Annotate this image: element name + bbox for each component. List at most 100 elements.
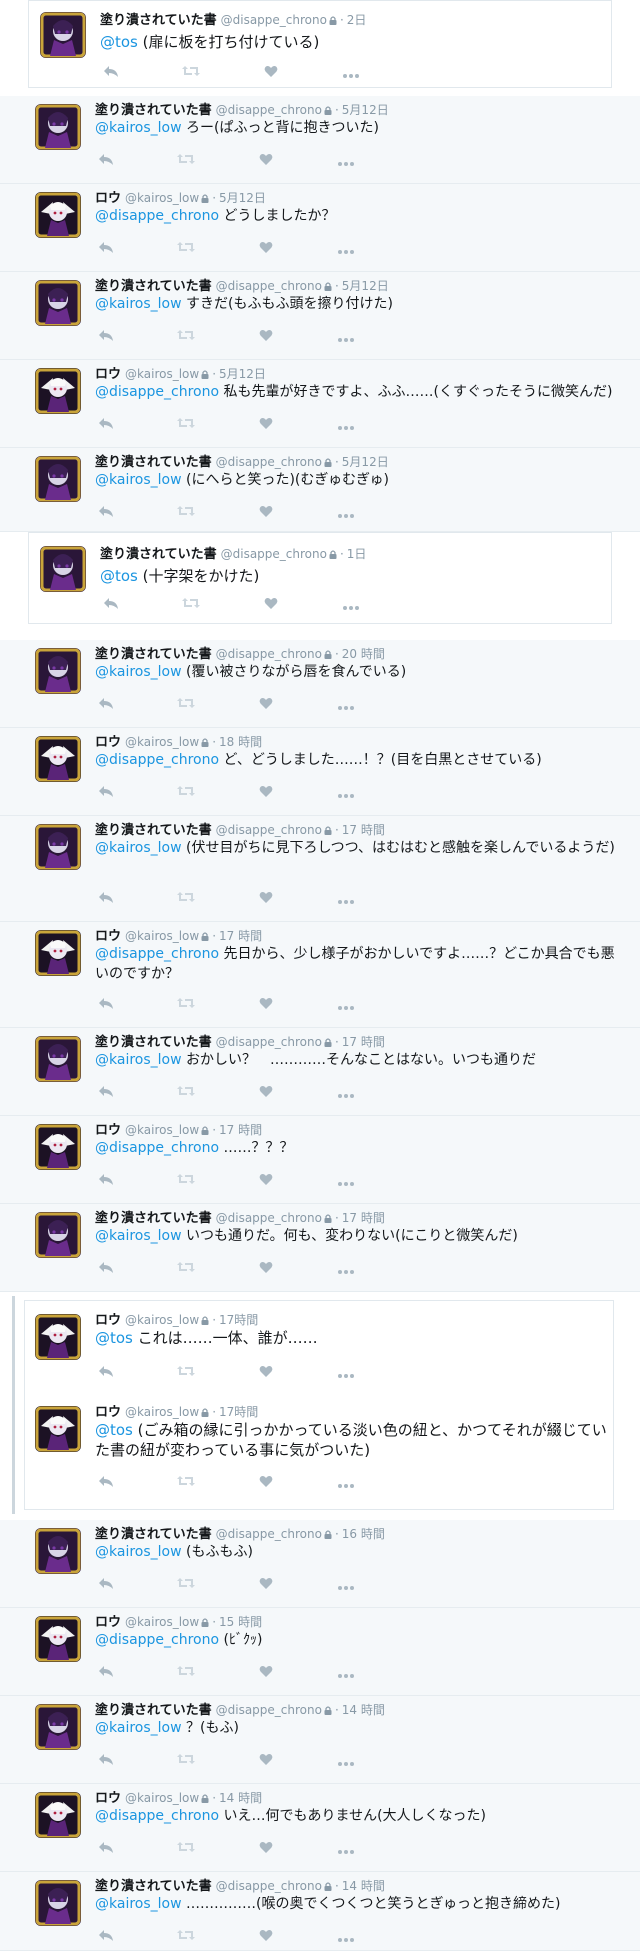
display-name[interactable]: 塗り潰されていた書: [100, 547, 217, 562]
like-button[interactable]: [257, 240, 275, 256]
mention-link[interactable]: @kairos_low: [95, 1544, 182, 1560]
reply-button[interactable]: [97, 328, 115, 344]
avatar[interactable]: [35, 736, 81, 782]
display-name[interactable]: ロウ: [95, 1615, 121, 1630]
like-button[interactable]: [257, 696, 275, 712]
reply-button[interactable]: [97, 1928, 115, 1944]
more-button[interactable]: [337, 784, 355, 800]
display-name[interactable]: 塗り潰されていた書: [95, 103, 212, 118]
more-button[interactable]: [337, 240, 355, 256]
more-button[interactable]: [342, 64, 360, 80]
timestamp[interactable]: 5月12日: [342, 103, 389, 117]
user-handle[interactable]: @kairos_low: [125, 367, 199, 381]
display-name[interactable]: 塗り潰されていた書: [95, 1703, 212, 1718]
display-name[interactable]: ロウ: [95, 929, 121, 944]
more-button[interactable]: [337, 416, 355, 432]
mention-link[interactable]: @kairos_low: [95, 120, 182, 136]
tweet[interactable]: ロウ @kairos_low · 17 時間 @disappe_chrono ……？？？: [0, 1116, 640, 1204]
like-button[interactable]: [257, 1752, 275, 1768]
like-button[interactable]: [262, 596, 280, 612]
avatar[interactable]: [35, 1616, 81, 1662]
avatar[interactable]: [35, 192, 81, 238]
tweet[interactable]: 塗り潰されていた書 @disappe_chrono · 1日 @tos (十字架をかけた…: [0, 542, 640, 618]
mention-link[interactable]: @disappe_chrono: [95, 208, 219, 224]
retweet-button[interactable]: [177, 1084, 195, 1100]
mention-link[interactable]: @kairos_low: [95, 472, 182, 488]
avatar[interactable]: [35, 930, 81, 976]
avatar[interactable]: [40, 546, 86, 592]
retweet-button[interactable]: [177, 996, 195, 1012]
user-handle[interactable]: @disappe_chrono: [216, 1527, 322, 1541]
mention-link[interactable]: @disappe_chrono: [95, 1632, 219, 1648]
mention-link[interactable]: @disappe_chrono: [95, 384, 219, 400]
retweet-button[interactable]: [177, 1576, 195, 1592]
retweet-button[interactable]: [177, 1260, 195, 1276]
user-handle[interactable]: @disappe_chrono: [216, 647, 322, 661]
display-name[interactable]: ロウ: [95, 191, 121, 206]
like-button[interactable]: [257, 1364, 275, 1380]
reply-button[interactable]: [97, 696, 115, 712]
retweet-button[interactable]: [177, 504, 195, 520]
tweet[interactable]: 塗り潰されていた書 @disappe_chrono · 17 時間 @kairos_lo…: [0, 1028, 640, 1116]
mention-link[interactable]: @disappe_chrono: [95, 1808, 219, 1824]
tweet[interactable]: 塗り潰されていた書 @disappe_chrono · 5月12日 @kairos_lo…: [0, 272, 640, 360]
user-handle[interactable]: @kairos_low: [125, 1791, 199, 1805]
tweet[interactable]: ロウ @kairos_low · 17時間 @tos これは……一体、誰が……: [0, 1306, 640, 1396]
tweet[interactable]: 塗り潰されていた書 @disappe_chrono · 16 時間 @kairos_lo…: [0, 1520, 640, 1608]
timestamp[interactable]: 14 時間: [342, 1879, 385, 1893]
tweet[interactable]: ロウ @kairos_low · 17 時間 @disappe_chrono 先日から、…: [0, 922, 640, 1028]
like-button[interactable]: [262, 64, 280, 80]
reply-button[interactable]: [97, 996, 115, 1012]
like-button[interactable]: [257, 784, 275, 800]
user-handle[interactable]: @disappe_chrono: [221, 547, 327, 561]
reply-button[interactable]: [97, 1172, 115, 1188]
user-handle[interactable]: @kairos_low: [125, 1615, 199, 1629]
retweet-button[interactable]: [177, 152, 195, 168]
display-name[interactable]: 塗り潰されていた書: [100, 13, 217, 28]
more-button[interactable]: [342, 596, 360, 612]
user-handle[interactable]: @disappe_chrono: [216, 1211, 322, 1225]
timestamp[interactable]: 5月12日: [342, 455, 389, 469]
display-name[interactable]: 塗り潰されていた書: [95, 279, 212, 294]
user-handle[interactable]: @disappe_chrono: [216, 823, 322, 837]
mention-link[interactable]: @tos: [100, 567, 138, 585]
user-handle[interactable]: @kairos_low: [125, 929, 199, 943]
display-name[interactable]: 塗り潰されていた書: [95, 1879, 212, 1894]
more-button[interactable]: [337, 1664, 355, 1680]
timestamp[interactable]: 17 時間: [219, 929, 262, 943]
retweet-button[interactable]: [177, 416, 195, 432]
user-handle[interactable]: @disappe_chrono: [216, 1879, 322, 1893]
user-handle[interactable]: @disappe_chrono: [216, 455, 322, 469]
reply-button[interactable]: [97, 152, 115, 168]
mention-link[interactable]: @disappe_chrono: [95, 752, 219, 768]
mention-link[interactable]: @kairos_low: [95, 1228, 182, 1244]
timestamp[interactable]: 17 時間: [342, 823, 385, 837]
avatar[interactable]: [35, 1036, 81, 1082]
more-button[interactable]: [337, 1840, 355, 1856]
user-handle[interactable]: @disappe_chrono: [216, 103, 322, 117]
reply-button[interactable]: [97, 1752, 115, 1768]
like-button[interactable]: [257, 1576, 275, 1592]
timestamp[interactable]: 15 時間: [219, 1615, 262, 1629]
timestamp[interactable]: 1日: [347, 547, 367, 561]
user-handle[interactable]: @disappe_chrono: [216, 1703, 322, 1717]
reply-button[interactable]: [97, 1840, 115, 1856]
user-handle[interactable]: @kairos_low: [125, 1123, 199, 1137]
more-button[interactable]: [337, 504, 355, 520]
avatar[interactable]: [35, 1528, 81, 1574]
like-button[interactable]: [257, 328, 275, 344]
timestamp[interactable]: 17 時間: [342, 1035, 385, 1049]
timestamp[interactable]: 17 時間: [219, 1123, 262, 1137]
reply-button[interactable]: [97, 416, 115, 432]
tweet[interactable]: 塗り潰されていた書 @disappe_chrono · 14 時間 @kairos_lo…: [0, 1872, 640, 1951]
timestamp[interactable]: 17時間: [219, 1313, 258, 1327]
display-name[interactable]: 塗り潰されていた書: [95, 455, 212, 470]
avatar[interactable]: [35, 104, 81, 150]
more-button[interactable]: [337, 1928, 355, 1944]
mention-link[interactable]: @kairos_low: [95, 840, 182, 856]
more-button[interactable]: [337, 1364, 355, 1380]
like-button[interactable]: [257, 996, 275, 1012]
more-button[interactable]: [337, 328, 355, 344]
retweet-button[interactable]: [177, 784, 195, 800]
timestamp[interactable]: 16 時間: [342, 1527, 385, 1541]
